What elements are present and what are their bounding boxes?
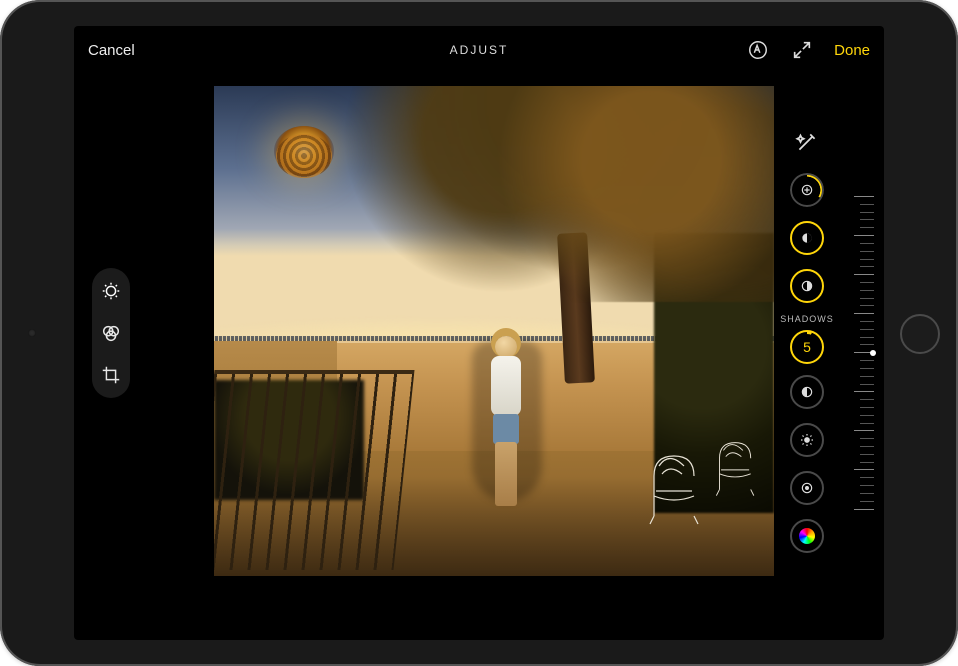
slider-tick — [860, 438, 874, 439]
slider-tick — [860, 360, 874, 361]
slider-tick — [860, 501, 874, 502]
slider-tick — [860, 415, 874, 416]
slider-tick — [860, 376, 874, 377]
slider-tick — [860, 485, 874, 486]
editor-mode-title: ADJUST — [450, 43, 509, 57]
brilliance-button[interactable] — [790, 221, 824, 255]
slider-tick — [860, 446, 874, 447]
crop-mode-button[interactable] — [98, 362, 124, 388]
ipad-device-frame: Cancel ADJUST Done — [0, 0, 958, 666]
slider-tick — [854, 509, 874, 510]
slider-tick — [860, 298, 874, 299]
slider-tick — [860, 462, 874, 463]
slider-tick — [860, 477, 874, 478]
saturation-button[interactable] — [790, 519, 824, 553]
screen: Cancel ADJUST Done — [74, 26, 884, 640]
slider-tick — [854, 391, 874, 392]
slider-tick — [860, 227, 874, 228]
slider-tick — [860, 368, 874, 369]
done-button[interactable]: Done — [834, 42, 870, 59]
slider-tick — [860, 344, 874, 345]
slider-tick — [854, 469, 874, 470]
slider-tick — [860, 290, 874, 291]
slider-tick — [860, 454, 874, 455]
photo-chair — [644, 446, 714, 526]
slider-tick — [860, 212, 874, 213]
slider-tick — [860, 282, 874, 283]
highlights-button[interactable] — [790, 269, 824, 303]
slider-tick — [854, 430, 874, 431]
slider-tick — [860, 407, 874, 408]
photo-railing — [214, 370, 415, 570]
slider-tick — [860, 305, 874, 306]
current-tool-label: SHADOWS — [780, 314, 834, 324]
fullscreen-icon[interactable] — [790, 38, 814, 62]
brightness-button[interactable] — [790, 423, 824, 457]
front-camera — [28, 329, 36, 337]
slider-tick — [860, 399, 874, 400]
home-button[interactable] — [900, 314, 940, 354]
markup-icon[interactable] — [746, 38, 770, 62]
photo-lamp — [264, 116, 344, 186]
shadows-value-dial[interactable]: 5 — [790, 330, 824, 364]
adjust-mode-button[interactable] — [98, 278, 124, 304]
slider-tick — [860, 493, 874, 494]
shadows-value-text: 5 — [803, 339, 811, 355]
slider-marker[interactable] — [870, 350, 876, 356]
slider-tick — [854, 313, 874, 314]
auto-enhance-button[interactable] — [790, 125, 824, 159]
adjust-value-slider[interactable] — [850, 196, 874, 510]
editor-topbar: Cancel ADJUST Done — [74, 26, 884, 74]
slider-tick — [860, 337, 874, 338]
slider-tick — [860, 243, 874, 244]
slider-tick — [854, 274, 874, 275]
slider-tick — [860, 259, 874, 260]
photo-chair — [712, 435, 767, 497]
slider-tick — [860, 321, 874, 322]
filters-mode-button[interactable] — [98, 320, 124, 346]
adjust-tools-rail: SHADOWS 5 — [782, 118, 832, 600]
slider-tick — [860, 251, 874, 252]
contrast-button[interactable] — [790, 375, 824, 409]
slider-tick — [854, 235, 874, 236]
slider-tick — [860, 204, 874, 205]
slider-tick — [860, 266, 874, 267]
slider-tick — [860, 423, 874, 424]
photo-tree-foliage — [298, 86, 774, 302]
slider-tick — [860, 329, 874, 330]
slider-tick — [860, 219, 874, 220]
slider-tick — [860, 384, 874, 385]
slider-tick — [854, 196, 874, 197]
photo-person — [483, 336, 529, 526]
black-point-button[interactable] — [790, 471, 824, 505]
exposure-button[interactable] — [790, 173, 824, 207]
edit-mode-rail — [92, 268, 130, 398]
photo-canvas[interactable] — [214, 86, 774, 576]
cancel-button[interactable]: Cancel — [88, 42, 135, 59]
